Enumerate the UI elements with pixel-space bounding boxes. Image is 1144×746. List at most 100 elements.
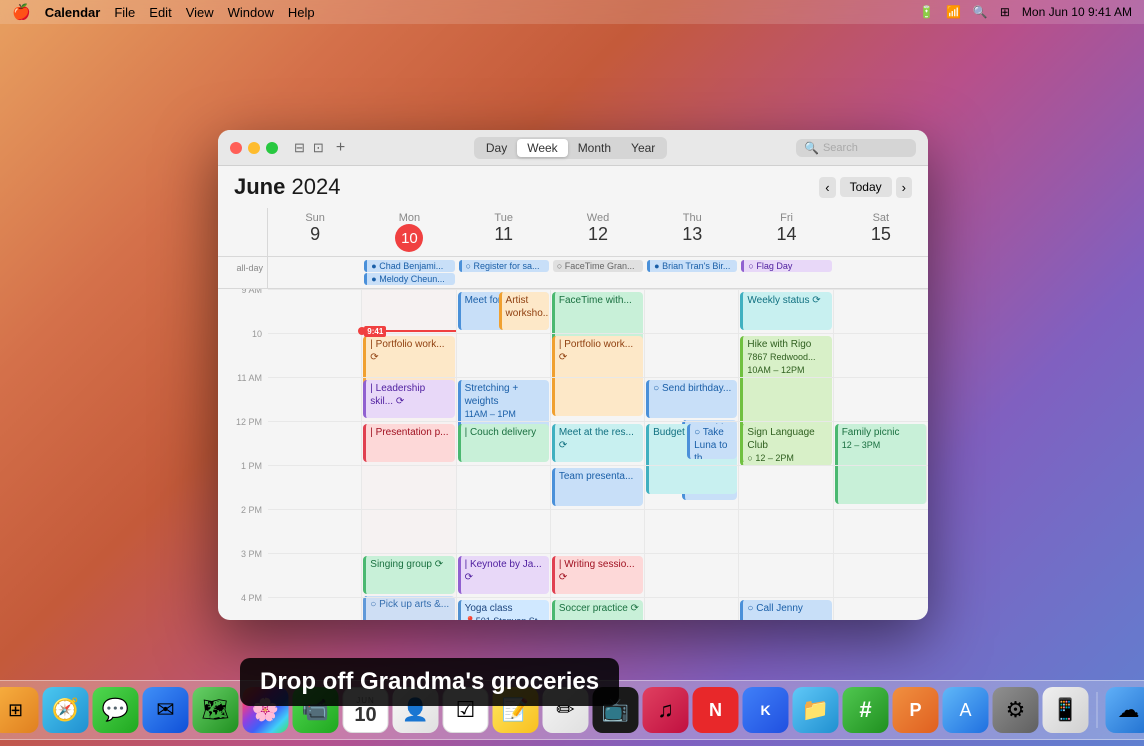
slot-mon-2[interactable] xyxy=(362,509,456,553)
slot-mon-12[interactable]: | Presentation p... xyxy=(362,421,456,465)
slot-fri-10[interactable]: Hike with Rigo7867 Redwood...10AM – 12PM xyxy=(739,333,833,377)
dock-appstore[interactable]: A xyxy=(943,687,989,733)
slot-tue-2[interactable] xyxy=(457,509,551,553)
slot-sun-10[interactable] xyxy=(268,333,362,377)
next-button[interactable]: › xyxy=(896,177,912,198)
control-center-icon[interactable]: ⊞ xyxy=(1000,5,1010,19)
slot-sat-1[interactable] xyxy=(834,465,928,509)
dock-mail[interactable]: ✉ xyxy=(143,687,189,733)
event-singing-group[interactable]: Singing group ⟳ xyxy=(363,556,454,594)
slot-thu-3[interactable] xyxy=(645,553,739,597)
dock-messages[interactable]: 💬 xyxy=(93,687,139,733)
slot-wed-11[interactable] xyxy=(551,377,645,421)
event-meet-res[interactable]: Meet at the res... ⟳ xyxy=(552,424,643,462)
slot-mon-3[interactable]: Singing group ⟳ ○ Pick up arts &... xyxy=(362,553,456,597)
dock-numbers[interactable]: # xyxy=(843,687,889,733)
event-call-jenny[interactable]: ○ Call Jenny xyxy=(740,600,831,620)
event-send-birthday[interactable]: ○ Send birthday... xyxy=(646,380,737,418)
dock-news[interactable]: N xyxy=(693,687,739,733)
menu-help[interactable]: Help xyxy=(288,5,315,20)
event-take-luna[interactable]: ○ Take Luna to th... xyxy=(687,424,737,459)
slot-wed-12[interactable]: Meet at the res... ⟳ xyxy=(551,421,645,465)
event-sign-language[interactable]: Sign Language Club○ 12 – 2PM xyxy=(740,424,831,462)
dock-launchpad[interactable]: ⊞ xyxy=(0,687,39,733)
slot-fri-9[interactable]: Weekly status ⟳ xyxy=(739,289,833,333)
event-artist-workshop[interactable]: Artist worksho... xyxy=(499,292,549,330)
today-button[interactable]: Today xyxy=(840,177,892,197)
dock-settings[interactable]: ⚙ xyxy=(993,687,1039,733)
event-yoga-class[interactable]: Yoga class📍501 Stanyan St...⏰4 – 5:30PM xyxy=(458,600,549,620)
event-writing-session[interactable]: | Writing sessio... ⟳ xyxy=(552,556,643,594)
dock-iphone[interactable]: 📱 xyxy=(1043,687,1089,733)
slot-sat-9[interactable] xyxy=(834,289,928,333)
slot-sat-4[interactable] xyxy=(834,597,928,620)
slot-thu-2[interactable] xyxy=(645,509,739,553)
event-facetime-gran[interactable]: ○ FaceTime Gran... xyxy=(553,260,643,272)
slot-sun-4[interactable] xyxy=(268,597,362,620)
event-melody-cheun[interactable]: ● Melody Cheun... xyxy=(364,273,454,285)
event-flag-day[interactable]: ○ Flag Day xyxy=(741,260,831,272)
close-button[interactable] xyxy=(230,142,242,154)
slot-sat-11[interactable] xyxy=(834,377,928,421)
add-event-icon[interactable]: + xyxy=(336,139,345,157)
slot-fri-3[interactable] xyxy=(739,553,833,597)
event-keynote[interactable]: | Keynote by Ja... ⟳ xyxy=(458,556,549,594)
menu-edit[interactable]: Edit xyxy=(149,5,171,20)
slot-thu-11[interactable]: ○ Send birthday... Stretching + weights1… xyxy=(645,377,739,421)
event-soccer-practice[interactable]: Soccer practice ⟳ xyxy=(552,600,643,620)
search-bar[interactable]: 🔍 Search xyxy=(796,139,916,157)
slot-wed-4[interactable]: Soccer practice ⟳ xyxy=(551,597,645,620)
event-leadership-skills[interactable]: | Leadership skil... ⟳ xyxy=(363,380,454,418)
time-grid-container[interactable]: 9 AM 9:41 Meet for coffee Artist worksho… xyxy=(218,289,928,620)
app-menu-calendar[interactable]: Calendar xyxy=(45,5,101,20)
sidebar-toggle-icon[interactable]: ⊟ xyxy=(294,140,305,156)
slot-fri-11[interactable] xyxy=(739,377,833,421)
slot-wed-10[interactable]: | Portfolio work... ⟳ xyxy=(551,333,645,377)
slot-fri-4[interactable]: ○ Call Jenny Guitar lessons... xyxy=(739,597,833,620)
dock-pages[interactable]: P xyxy=(893,687,939,733)
dock-keynote[interactable]: K xyxy=(743,687,789,733)
maximize-button[interactable] xyxy=(266,142,278,154)
slot-mon-4[interactable] xyxy=(362,597,456,620)
slot-fri-2[interactable] xyxy=(739,509,833,553)
slot-tue-9[interactable]: Meet for coffee Artist worksho... xyxy=(457,289,551,333)
event-presentation-p[interactable]: | Presentation p... xyxy=(363,424,454,462)
dock-files[interactable]: 📁 xyxy=(793,687,839,733)
slot-sat-10[interactable] xyxy=(834,333,928,377)
slot-wed-3[interactable]: | Writing sessio... ⟳ xyxy=(551,553,645,597)
slot-thu-4[interactable] xyxy=(645,597,739,620)
slot-sun-1[interactable] xyxy=(268,465,362,509)
slot-sat-2[interactable] xyxy=(834,509,928,553)
event-couch-delivery[interactable]: | Couch delivery xyxy=(458,424,549,462)
event-weekly-status[interactable]: Weekly status ⟳ xyxy=(740,292,831,330)
event-chad-benjamin[interactable]: ● Chad Benjami... xyxy=(364,260,454,272)
tab-month[interactable]: Month xyxy=(568,139,621,157)
dock-maps[interactable]: 🗺 xyxy=(193,687,239,733)
event-register[interactable]: ○ Register for sa... xyxy=(459,260,549,272)
dock-music[interactable]: ♫ xyxy=(643,687,689,733)
slot-mon-1[interactable] xyxy=(362,465,456,509)
slot-tue-12[interactable]: | Couch delivery xyxy=(457,421,551,465)
slot-wed-2[interactable] xyxy=(551,509,645,553)
slot-mon-11[interactable]: | Leadership skil... ⟳ xyxy=(362,377,456,421)
inbox-icon[interactable]: ⊡ xyxy=(313,140,324,156)
dock-safari[interactable]: 🧭 xyxy=(43,687,89,733)
slot-sat-3[interactable] xyxy=(834,553,928,597)
prev-button[interactable]: ‹ xyxy=(819,177,835,198)
menu-view[interactable]: View xyxy=(186,5,214,20)
slot-thu-9[interactable] xyxy=(645,289,739,333)
tab-week[interactable]: Week xyxy=(517,139,567,157)
slot-mon-10[interactable]: | Portfolio work... ⟳ xyxy=(362,333,456,377)
slot-sun-3[interactable] xyxy=(268,553,362,597)
slot-wed-9[interactable]: FaceTime with... xyxy=(551,289,645,333)
slot-fri-12[interactable]: Sign Language Club○ 12 – 2PM xyxy=(739,421,833,465)
event-brian-birthday[interactable]: ● Brian Tran's Bir... xyxy=(647,260,737,272)
slot-sun-11[interactable] xyxy=(268,377,362,421)
slot-thu-1[interactable] xyxy=(645,465,739,509)
slot-sun-12[interactable] xyxy=(268,421,362,465)
search-icon[interactable]: 🔍 xyxy=(973,5,988,19)
tab-year[interactable]: Year xyxy=(621,139,665,157)
slot-fri-1[interactable] xyxy=(739,465,833,509)
slot-tue-1[interactable] xyxy=(457,465,551,509)
minimize-button[interactable] xyxy=(248,142,260,154)
